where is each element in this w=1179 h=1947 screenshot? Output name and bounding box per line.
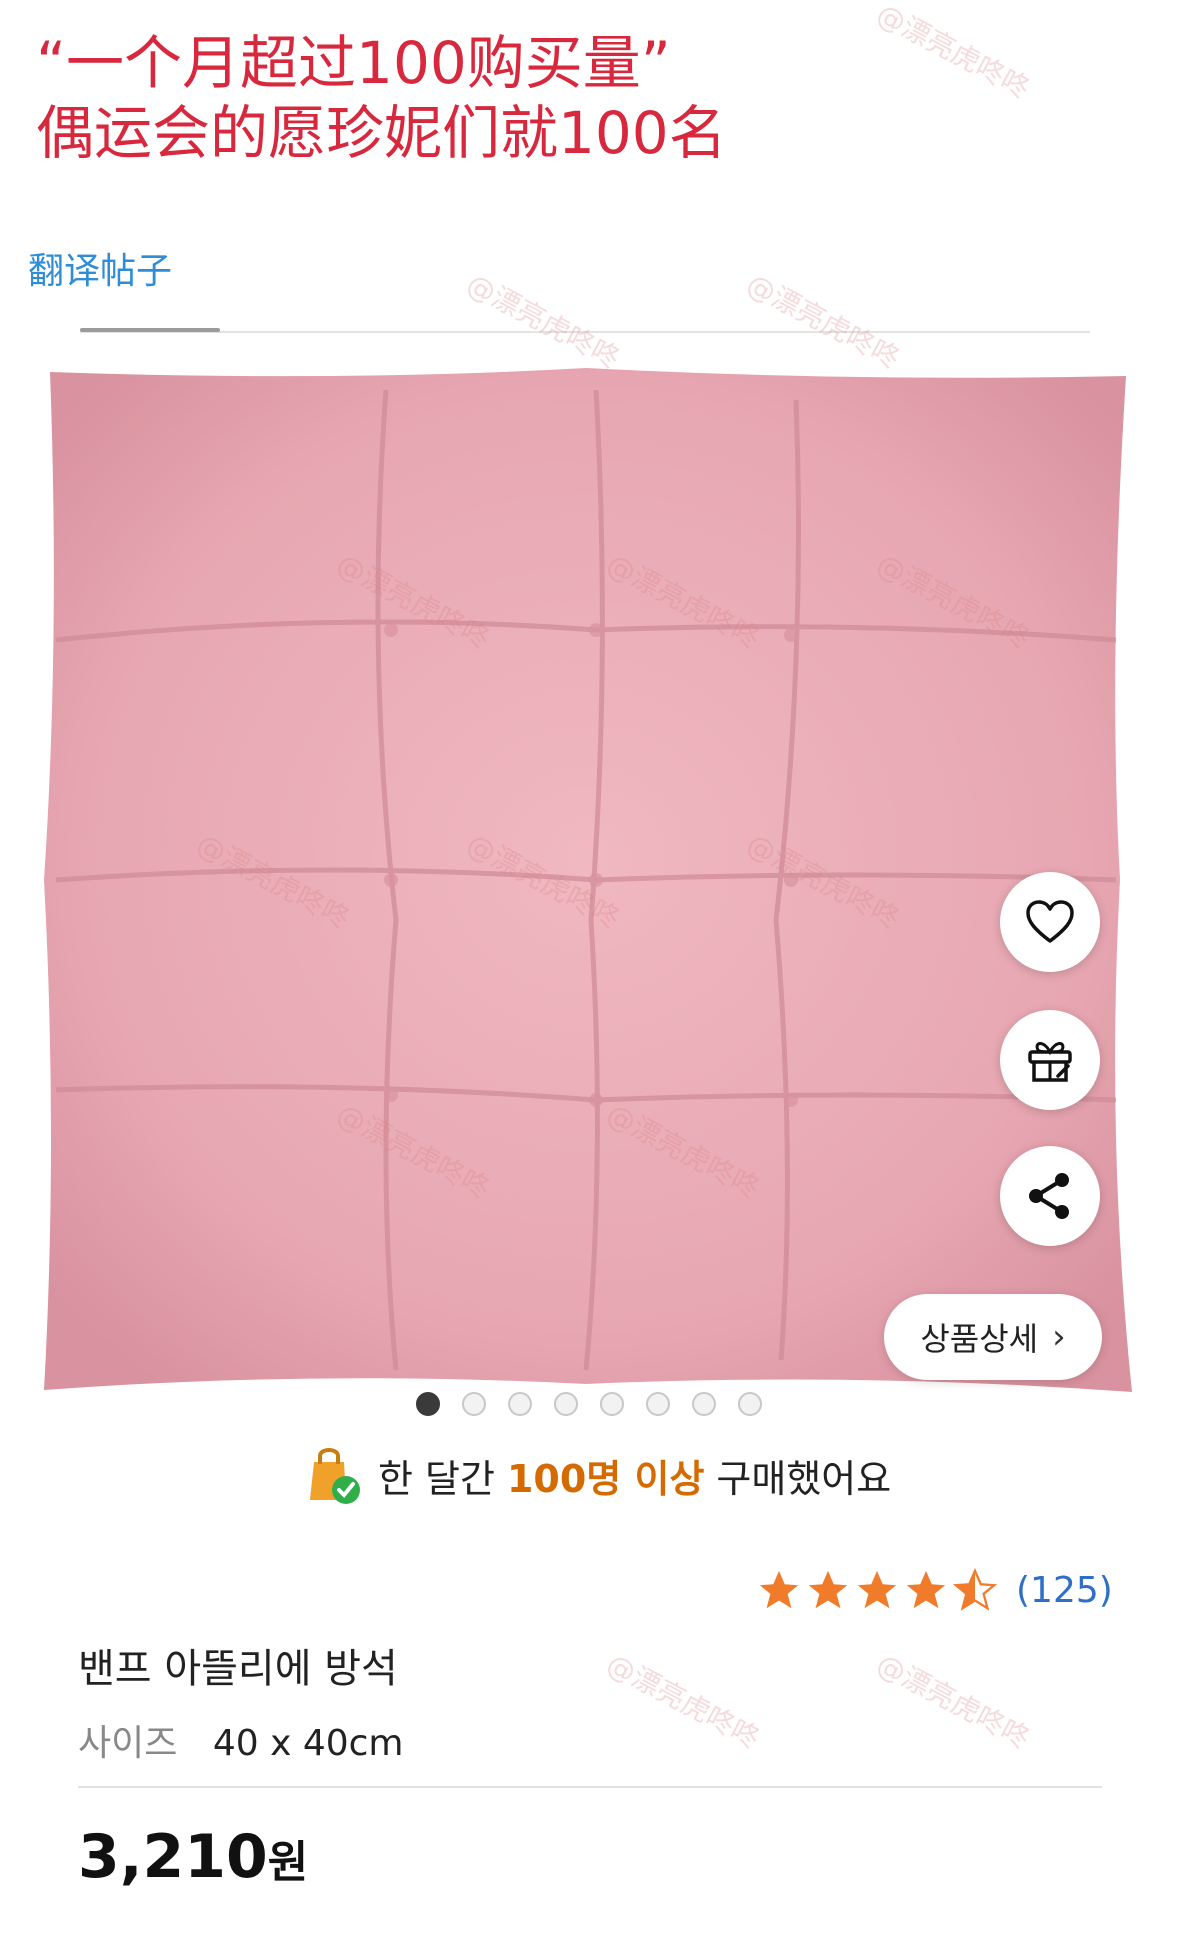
size-label: 사이즈 — [78, 1723, 178, 1764]
purchase-count-banner: 한 달간 100명 이상 구매했어요 — [300, 1440, 920, 1510]
star-full-icon — [808, 1570, 848, 1609]
chevron-right-icon: › — [1052, 1317, 1066, 1357]
price-divider — [78, 1786, 1102, 1788]
price-value: 3,210 — [78, 1822, 268, 1892]
watermark: @漂亮虎咚咚 — [871, 1647, 1036, 1756]
headline-line-1: “一个月超过100购买量” — [36, 29, 671, 97]
share-button[interactable] — [1000, 1146, 1100, 1246]
star-full-icon — [759, 1570, 799, 1609]
rating-row[interactable]: (125) — [756, 1562, 1113, 1618]
post-headline: “一个月超过100购买量” 偶运会的愿珍妮们就100名 — [36, 28, 1136, 168]
product-price: 3,210원 — [78, 1822, 308, 1892]
star-full-icon — [906, 1570, 946, 1609]
watermark: @漂亮虎咚咚 — [601, 1647, 766, 1756]
share-icon — [1029, 1173, 1069, 1219]
product-detail-button[interactable]: 상품상세 › — [884, 1294, 1102, 1380]
pagination-dot-8[interactable] — [738, 1392, 762, 1416]
pagination-dot-7[interactable] — [692, 1392, 716, 1416]
pagination-dot-1[interactable] — [416, 1392, 440, 1416]
pagination-dot-3[interactable] — [508, 1392, 532, 1416]
pink-cushion-image — [44, 368, 1132, 1392]
pagination-dot-5[interactable] — [600, 1392, 624, 1416]
translate-post-link[interactable]: 翻译帖子 — [28, 250, 172, 294]
wishlist-button[interactable] — [1000, 872, 1100, 972]
pagination-dot-4[interactable] — [554, 1392, 578, 1416]
star-full-icon — [857, 1570, 897, 1609]
pagination-dot-6[interactable] — [646, 1392, 670, 1416]
pagination-dot-2[interactable] — [462, 1392, 486, 1416]
image-pagination — [416, 1392, 762, 1416]
heart-icon — [1026, 900, 1074, 943]
star-half-icon — [952, 1567, 998, 1611]
purchase-prefix: 한 달간 — [378, 1456, 495, 1501]
gift-button[interactable] — [1000, 1010, 1100, 1110]
top-divider — [80, 331, 1090, 333]
product-name: 밴프 아뜰리에 방석 — [78, 1646, 398, 1692]
price-unit: 원 — [267, 1837, 309, 1888]
purchase-highlight: 100명 이상 — [506, 1456, 705, 1501]
product-detail-label: 상품상세 — [920, 1320, 1039, 1358]
review-count[interactable]: (125) — [1016, 1570, 1113, 1611]
purchase-suffix: 구매했어요 — [716, 1456, 892, 1501]
shopping-bag-check-icon — [310, 1448, 360, 1504]
star-rating — [756, 1567, 998, 1613]
headline-line-2: 偶运会的愿珍妮们就100名 — [36, 99, 727, 167]
gift-icon — [1028, 1042, 1072, 1082]
size-value: 40 x 40cm — [212, 1723, 404, 1764]
top-divider-accent — [80, 328, 220, 332]
product-image[interactable] — [36, 360, 1136, 1400]
size-row: 사이즈 40 x 40cm — [78, 1714, 404, 1766]
